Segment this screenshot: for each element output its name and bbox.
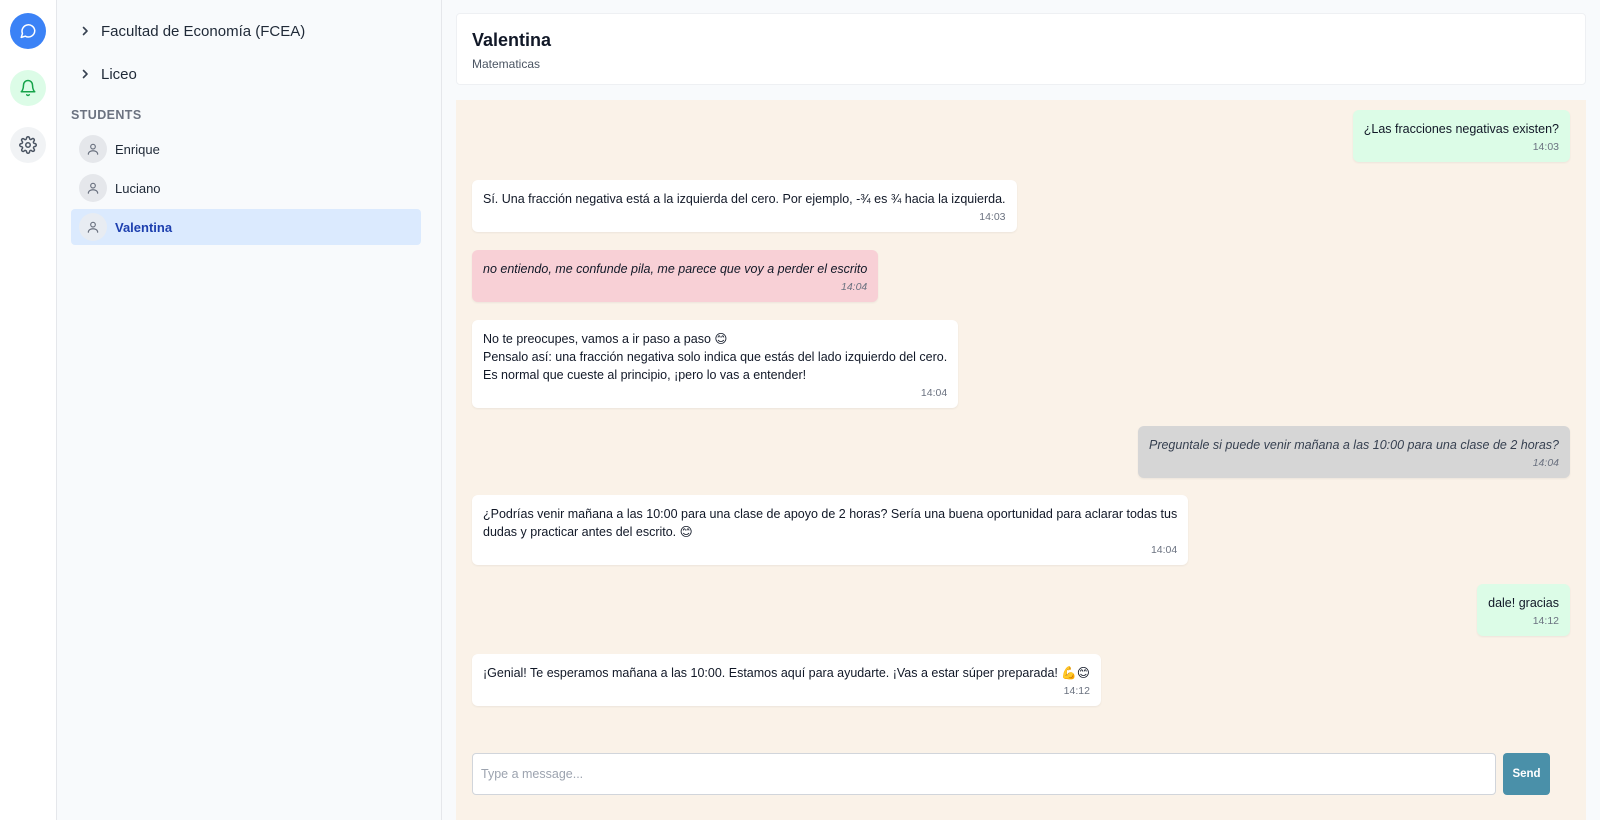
student-name: Luciano [115,180,161,196]
message-time: 14:04 [1150,544,1178,556]
message-line: dudas y practicar antes del escrito. 😊 [483,525,693,539]
message-text: ¿Las fracciones negativas existen? [1363,122,1559,136]
settings-nav-button[interactable] [10,127,46,163]
avatar [79,213,107,241]
message-incoming: No te preocupes, vamos a ir paso a paso … [472,320,959,408]
chat-nav-button[interactable] [10,13,46,49]
message-line: No te preocupes, vamos a ir paso a paso … [483,332,728,346]
icon-rail [0,0,57,820]
chat-panel: Valentina Matematicas ¿Las fracciones ne… [442,0,1600,820]
message-time: 14:03 [1532,141,1559,153]
bell-icon [20,79,36,97]
message-incoming: ¿Podrías venir mañana a las 10:00 para u… [472,495,1189,565]
message-line: ¿Podrías venir mañana a las 10:00 para u… [483,507,1178,521]
message-time: 14:04 [920,387,948,399]
message-list: ¿Las fracciones negativas existen? 14:03… [456,100,1586,820]
message-time: 14:12 [1532,615,1559,627]
message-incoming: Sí. Una fracción negativa está a la izqu… [472,180,1017,232]
message-time: 14:03 [979,211,1006,223]
message-input[interactable] [472,753,1496,795]
chevron-right-icon [82,26,88,36]
student-item-enrique[interactable]: Enrique [71,131,421,167]
avatar [79,135,107,163]
message-note: Preguntale si puede venir mañana a las 1… [1137,426,1570,478]
student-name: Valentina [115,219,173,235]
notifications-nav-button[interactable] [10,70,46,106]
message-incoming: ¡Genial! Te esperamos mañana a las 10:00… [472,654,1101,706]
group-label: Liceo [101,65,137,83]
student-name: Enrique [115,141,160,157]
message-time: 14:04 [840,281,868,293]
message-line: Es normal que cueste al principio, ¡pero… [483,368,807,382]
group-label: Facultad de Economía (FCEA) [101,22,306,40]
message-flagged: no entiendo, me confunde pila, me parece… [472,250,879,302]
chat-bubble-icon [20,24,36,39]
chat-subject: Matematicas [472,57,541,71]
message-text: no entiendo, me confunde pila, me parece… [483,262,868,276]
group-liceo[interactable]: Liceo [79,62,137,86]
student-item-valentina[interactable]: Valentina [71,209,421,245]
students-section-label: STUDENTS [71,108,142,122]
message-outgoing: ¿Las fracciones negativas existen? 14:03 [1352,110,1570,162]
avatar [79,174,107,202]
chat-header: Valentina Matematicas [456,13,1586,85]
sidebar: Facultad de Economía (FCEA) Liceo STUDEN… [57,0,442,820]
student-item-luciano[interactable]: Luciano [71,170,421,206]
message-text: dale! gracias [1488,596,1559,610]
message-text: Preguntale si puede venir mañana a las 1… [1148,438,1559,452]
message-composer: Send [456,730,1586,800]
message-time: 14:04 [1532,457,1559,469]
user-icon [87,143,99,155]
message-text: ¡Genial! Te esperamos mañana a las 10:00… [483,666,1090,680]
chat-contact-name: Valentina [472,30,552,50]
message-line: Pensalo así: una fracción negativa solo … [483,350,948,364]
gear-icon [19,136,37,154]
chevron-right-icon [82,69,88,79]
user-icon [87,182,99,194]
user-icon [87,221,99,233]
group-fcea[interactable]: Facultad de Economía (FCEA) [79,19,305,43]
message-outgoing: dale! gracias 14:12 [1477,584,1570,636]
send-button[interactable]: Send [1503,753,1550,795]
message-text: Sí. Una fracción negativa está a la izqu… [483,192,1006,206]
message-time: 14:12 [1063,685,1090,697]
